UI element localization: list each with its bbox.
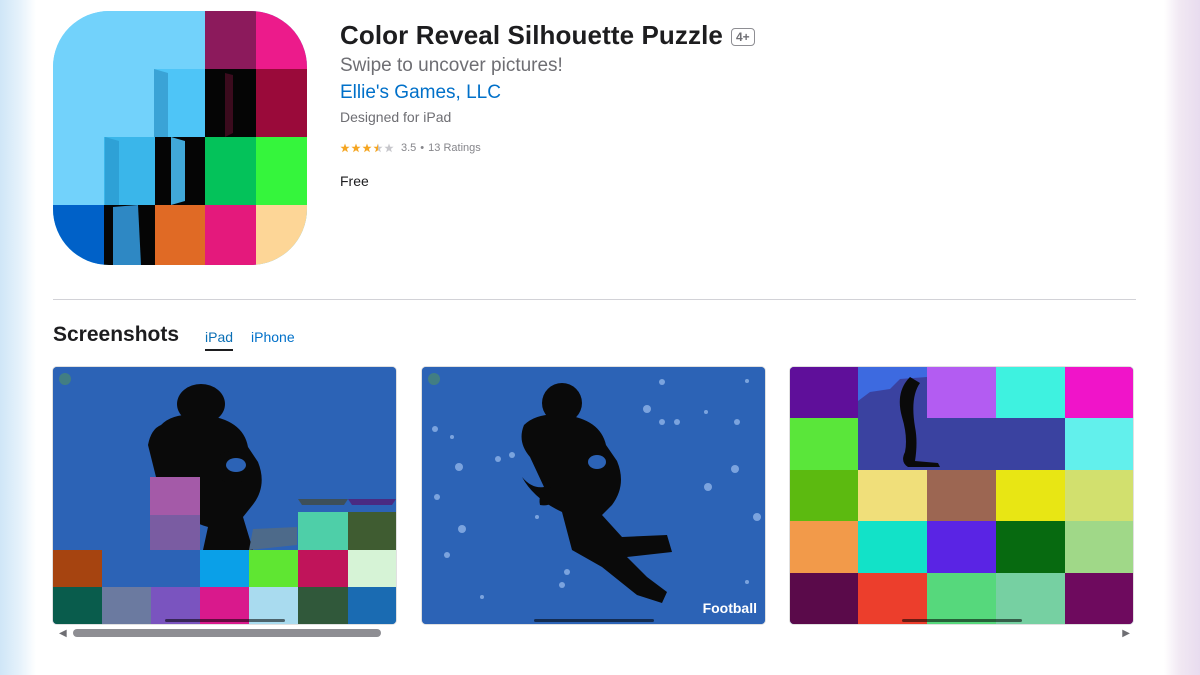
price-label: Free <box>340 173 369 189</box>
scroll-left-arrow-icon[interactable]: ◀ <box>59 628 67 639</box>
home-indicator <box>533 619 654 622</box>
section-divider <box>53 299 1136 300</box>
home-indicator <box>164 619 285 622</box>
app-icon <box>53 11 307 265</box>
tab-iphone[interactable]: iPhone <box>251 329 295 351</box>
star-icon <box>362 143 372 153</box>
screenshot-3[interactable] <box>790 367 1133 624</box>
app-store-page: Color Reveal Silhouette Puzzle 4+ Swipe … <box>36 0 1164 675</box>
home-indicator <box>901 619 1022 622</box>
device-tabs: iPad iPhone <box>205 329 313 351</box>
screenshots-scrollbar[interactable]: ◀ ▶ <box>53 627 1136 639</box>
app-title: Color Reveal Silhouette Puzzle <box>340 20 723 50</box>
developer-link[interactable]: Ellie's Games, LLC <box>340 82 501 104</box>
screenshot-caption: Football <box>702 600 757 616</box>
screenshots-heading: Screenshots <box>53 323 180 346</box>
age-rating-badge: 4+ <box>730 27 755 46</box>
star-rating <box>340 143 395 153</box>
screenshot-2[interactable]: Football <box>422 367 765 624</box>
screenshot-1[interactable] <box>53 367 396 624</box>
rating-value: 3.5 <box>401 142 417 154</box>
empty-star-icon <box>384 143 394 153</box>
scroll-right-arrow-icon[interactable]: ▶ <box>1122 628 1130 639</box>
star-icon <box>340 143 350 153</box>
rating-row: 3.5 • 13 Ratings <box>340 142 481 154</box>
rating-separator: • <box>420 142 425 154</box>
tab-ipad[interactable]: iPad <box>205 329 234 351</box>
half-star-icon <box>373 143 383 153</box>
rating-count: 13 Ratings <box>428 142 481 154</box>
scrollbar-thumb[interactable] <box>73 629 381 637</box>
star-icon <box>351 143 361 153</box>
designed-for-label: Designed for iPad <box>340 109 452 125</box>
app-title-row: Color Reveal Silhouette Puzzle 4+ <box>340 20 755 51</box>
app-subtitle: Swipe to uncover pictures! <box>340 55 563 76</box>
